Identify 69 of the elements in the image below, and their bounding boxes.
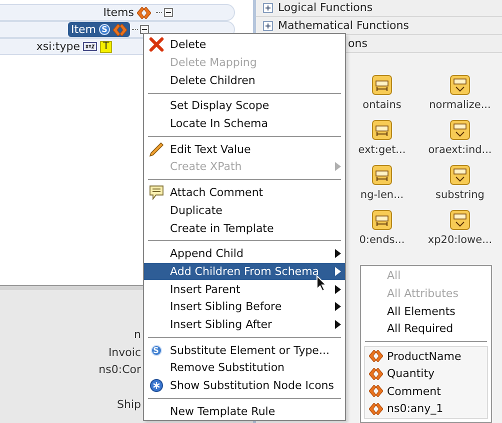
function-label: normalize... <box>429 99 491 111</box>
menu-item[interactable]: Edit Text Value <box>144 140 345 158</box>
substitution-badge: S <box>99 24 110 35</box>
menu-item[interactable]: All Elements <box>361 302 491 320</box>
element-icon <box>369 350 383 362</box>
function-icon[interactable] <box>450 75 470 95</box>
menu-item[interactable]: Delete Children <box>144 71 345 90</box>
node-label: Ship <box>117 397 141 414</box>
element-icon <box>369 402 383 415</box>
menu-item[interactable]: Create in Template <box>144 219 345 237</box>
function-icon[interactable] <box>372 210 392 230</box>
function-icon[interactable] <box>372 120 392 140</box>
tree-node[interactable]: Item S <box>68 22 130 37</box>
function-label: ontains <box>362 99 402 111</box>
menu-item[interactable]: Insert Sibling After <box>144 316 345 334</box>
menu-item[interactable]: Insert Sibling Before <box>144 298 345 316</box>
function-icon[interactable] <box>450 210 470 230</box>
node-label: Invoic <box>108 344 141 361</box>
menu-item[interactable]: Insert Parent <box>144 280 345 298</box>
category-label: ons <box>348 37 368 50</box>
function-icon[interactable] <box>372 75 392 95</box>
tree-node[interactable]: xsi:type T <box>33 39 115 54</box>
menu-item[interactable]: ProductName <box>365 348 487 366</box>
category-label: Mathematical Functions <box>278 19 409 32</box>
menu-item[interactable]: ns0:any_1 <box>365 400 487 418</box>
collapse-icon[interactable] <box>164 8 173 17</box>
category-row[interactable]: Logical Functions <box>256 0 502 17</box>
function-label: ng-len... <box>360 189 404 201</box>
menu-item[interactable]: Comment <box>365 382 487 400</box>
function-icon[interactable] <box>450 165 470 185</box>
radio-icon <box>150 379 162 392</box>
menu-item[interactable]: Locate In Schema <box>144 114 345 132</box>
submenu-arrow-icon <box>335 162 341 172</box>
element-icon <box>369 368 383 380</box>
text-value-badge: T <box>100 40 112 52</box>
node-label: n <box>134 327 141 343</box>
type-icon <box>83 42 97 51</box>
menu-item[interactable]: S Substitute Element or Type... <box>144 341 345 359</box>
menu-item[interactable]: Quantity <box>365 365 487 383</box>
menu-item[interactable]: New Template Rule <box>144 402 345 420</box>
function-label: 0:ends... <box>359 234 405 246</box>
menu-item[interactable]: Append Child <box>144 244 345 263</box>
delete-icon <box>148 37 164 52</box>
menu-item[interactable]: Add Children From Schema <box>144 262 345 280</box>
function-icon[interactable] <box>450 120 470 140</box>
expand-icon[interactable] <box>263 20 273 30</box>
tree-node[interactable]: Items <box>100 5 154 20</box>
category-label: Logical Functions <box>278 1 373 14</box>
menu-item[interactable]: Duplicate <box>144 202 345 220</box>
collapse-icon[interactable] <box>140 25 149 34</box>
element-icon <box>113 24 127 36</box>
menu-item[interactable]: Show Substitution Node Icons <box>144 376 345 394</box>
function-icon[interactable] <box>372 165 392 185</box>
pencil-icon <box>148 142 164 157</box>
element-icon <box>137 6 151 18</box>
substitution-badge: S <box>150 344 162 356</box>
menu-item[interactable]: Remove Substitution <box>144 359 345 377</box>
menu-item[interactable]: Set Display Scope <box>144 97 345 115</box>
cursor-icon <box>316 275 327 292</box>
node-label: ns0:Cor <box>98 362 141 378</box>
function-label: ext:get... <box>358 144 406 156</box>
element-icon <box>369 385 383 398</box>
function-label: substring <box>436 189 484 201</box>
menu-item[interactable]: All Required <box>361 320 491 338</box>
function-label: xp20:lowe... <box>428 234 492 246</box>
menu-item[interactable]: Attach Comment <box>144 184 345 202</box>
function-label: oraext:ind... <box>428 144 492 156</box>
expand-icon[interactable] <box>263 2 273 12</box>
comment-icon <box>148 185 164 200</box>
